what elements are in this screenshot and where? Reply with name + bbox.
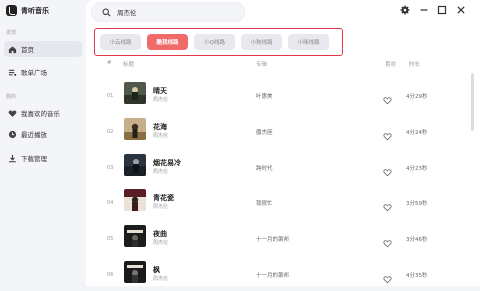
song-title: 烟花易冷: [153, 159, 181, 167]
album-cover: [124, 261, 146, 283]
row-index: 02: [107, 129, 114, 135]
song-artist[interactable]: 周杰伦: [153, 203, 168, 210]
minimize-icon: [419, 5, 429, 15]
sidebar-item-label: 最近播放: [21, 131, 47, 139]
song-title: 枫: [153, 266, 160, 274]
song-duration: 4分35秒: [406, 273, 428, 279]
row-index: 01: [107, 93, 114, 99]
album-cover: [124, 225, 146, 247]
sidebar-item-recent[interactable]: 最近播放: [4, 126, 82, 142]
row-index: 05: [107, 236, 114, 242]
column-header-duration: 时长: [409, 62, 421, 68]
sidebar: 青听音乐 发现 首页 歌单广场 我的 我喜欢的音乐 最近播放 下载管理: [0, 0, 86, 286]
column-header-index: #: [107, 60, 112, 66]
song-title: 青花瓷: [153, 194, 174, 202]
source-tabs: 小云线路 酷我线路 小Q线路 小狗线路 小咪线路: [94, 28, 343, 56]
sidebar-item-playlist-square[interactable]: 歌单广场: [4, 64, 82, 80]
clock-icon: [8, 130, 17, 139]
sidebar-item-downloads[interactable]: 下载管理: [4, 150, 82, 166]
song-duration: 4分29秒: [406, 94, 428, 100]
album-cover: [124, 154, 146, 176]
song-album[interactable]: 叶惠美: [256, 92, 273, 100]
album-cover: [124, 118, 146, 140]
like-heart-icon[interactable]: [383, 233, 392, 248]
like-heart-icon[interactable]: [383, 269, 392, 284]
song-album[interactable]: 跨时代: [256, 164, 273, 172]
song-artist[interactable]: 周杰伦: [153, 275, 168, 282]
sidebar-item-label: 我喜欢的音乐: [21, 110, 60, 118]
close-button[interactable]: [456, 5, 466, 15]
table-row[interactable]: 03 烟花易冷 周杰伦 跨时代 4分23秒: [98, 152, 468, 184]
table-row[interactable]: 06 枫 周杰伦 十一月的萧邦 4分35秒: [98, 259, 468, 291]
close-icon: [456, 5, 466, 15]
like-heart-icon[interactable]: [383, 162, 392, 177]
song-artist[interactable]: 周杰伦: [153, 168, 168, 175]
song-album[interactable]: 十一月的萧邦: [256, 235, 289, 243]
sidebar-item-label: 歌单广场: [21, 69, 47, 77]
gear-icon: [400, 5, 410, 15]
table-row[interactable]: 05 夜曲 周杰伦 十一月的萧邦 3分46秒: [98, 223, 468, 255]
section-discover: 发现: [6, 30, 17, 36]
column-header-title: 标题: [123, 62, 135, 68]
song-title: 晴天: [153, 87, 167, 95]
home-icon: [8, 45, 17, 54]
song-album[interactable]: 魔杰座: [256, 128, 273, 136]
song-artist[interactable]: 周杰伦: [153, 132, 168, 139]
playlist-icon: [8, 68, 17, 77]
song-album[interactable]: 十一月的萧邦: [256, 271, 289, 279]
search-input[interactable]: 周杰伦: [92, 3, 244, 21]
maximize-button[interactable]: [437, 5, 447, 15]
like-heart-icon[interactable]: [383, 197, 392, 212]
row-index: 03: [107, 165, 114, 171]
app-name: 青听音乐: [21, 6, 49, 15]
song-duration: 3分59秒: [406, 201, 428, 207]
tab-xiaomi[interactable]: 小咪线路: [288, 34, 329, 50]
column-header-like: 喜欢: [385, 62, 397, 68]
download-icon: [8, 154, 17, 163]
row-index: 04: [107, 200, 114, 206]
tab-xiaogou[interactable]: 小狗线路: [241, 34, 282, 50]
app-logo: 青听音乐: [6, 5, 49, 16]
song-duration: 4分23秒: [406, 166, 428, 172]
table-row[interactable]: 01 晴天 周杰伦 叶惠美 4分29秒: [98, 80, 468, 112]
row-index: 06: [107, 272, 114, 278]
sidebar-item-label: 下载管理: [21, 155, 47, 163]
song-duration: 3分46秒: [406, 237, 428, 243]
like-heart-icon[interactable]: [383, 126, 392, 141]
sidebar-item-liked-music[interactable]: 我喜欢的音乐: [4, 105, 82, 121]
album-cover: [124, 189, 146, 211]
song-title: 花海: [153, 123, 167, 131]
scrollbar-thumb[interactable]: [471, 73, 474, 131]
section-mine: 我的: [6, 94, 17, 100]
song-album[interactable]: 我很忙: [256, 199, 273, 207]
search-icon: [102, 8, 111, 17]
song-artist[interactable]: 周杰伦: [153, 96, 168, 103]
maximize-icon: [437, 5, 447, 15]
minimize-button[interactable]: [419, 5, 429, 15]
table-row[interactable]: 04 青花瓷 周杰伦 我很忙 3分59秒: [98, 187, 468, 219]
sidebar-item-label: 首页: [21, 46, 34, 54]
song-title: 夜曲: [153, 230, 167, 238]
album-cover: [124, 82, 146, 104]
tab-xiaoq[interactable]: 小Q线路: [194, 34, 235, 50]
song-duration: 4分24秒: [406, 130, 428, 136]
tab-xiaoyun[interactable]: 小云线路: [100, 34, 141, 50]
heart-icon: [8, 109, 17, 118]
tab-kuwo[interactable]: 酷我线路: [147, 34, 188, 50]
song-artist[interactable]: 周杰伦: [153, 239, 168, 246]
settings-button[interactable]: [400, 5, 410, 15]
like-heart-icon[interactable]: [383, 90, 392, 105]
sidebar-item-home[interactable]: 首页: [4, 41, 82, 57]
music-logo-icon: [6, 5, 17, 16]
search-value: 周杰伦: [117, 9, 137, 17]
column-header-album: 专辑: [256, 62, 268, 68]
table-row[interactable]: 02 花海 周杰伦 魔杰座 4分24秒: [98, 116, 468, 148]
